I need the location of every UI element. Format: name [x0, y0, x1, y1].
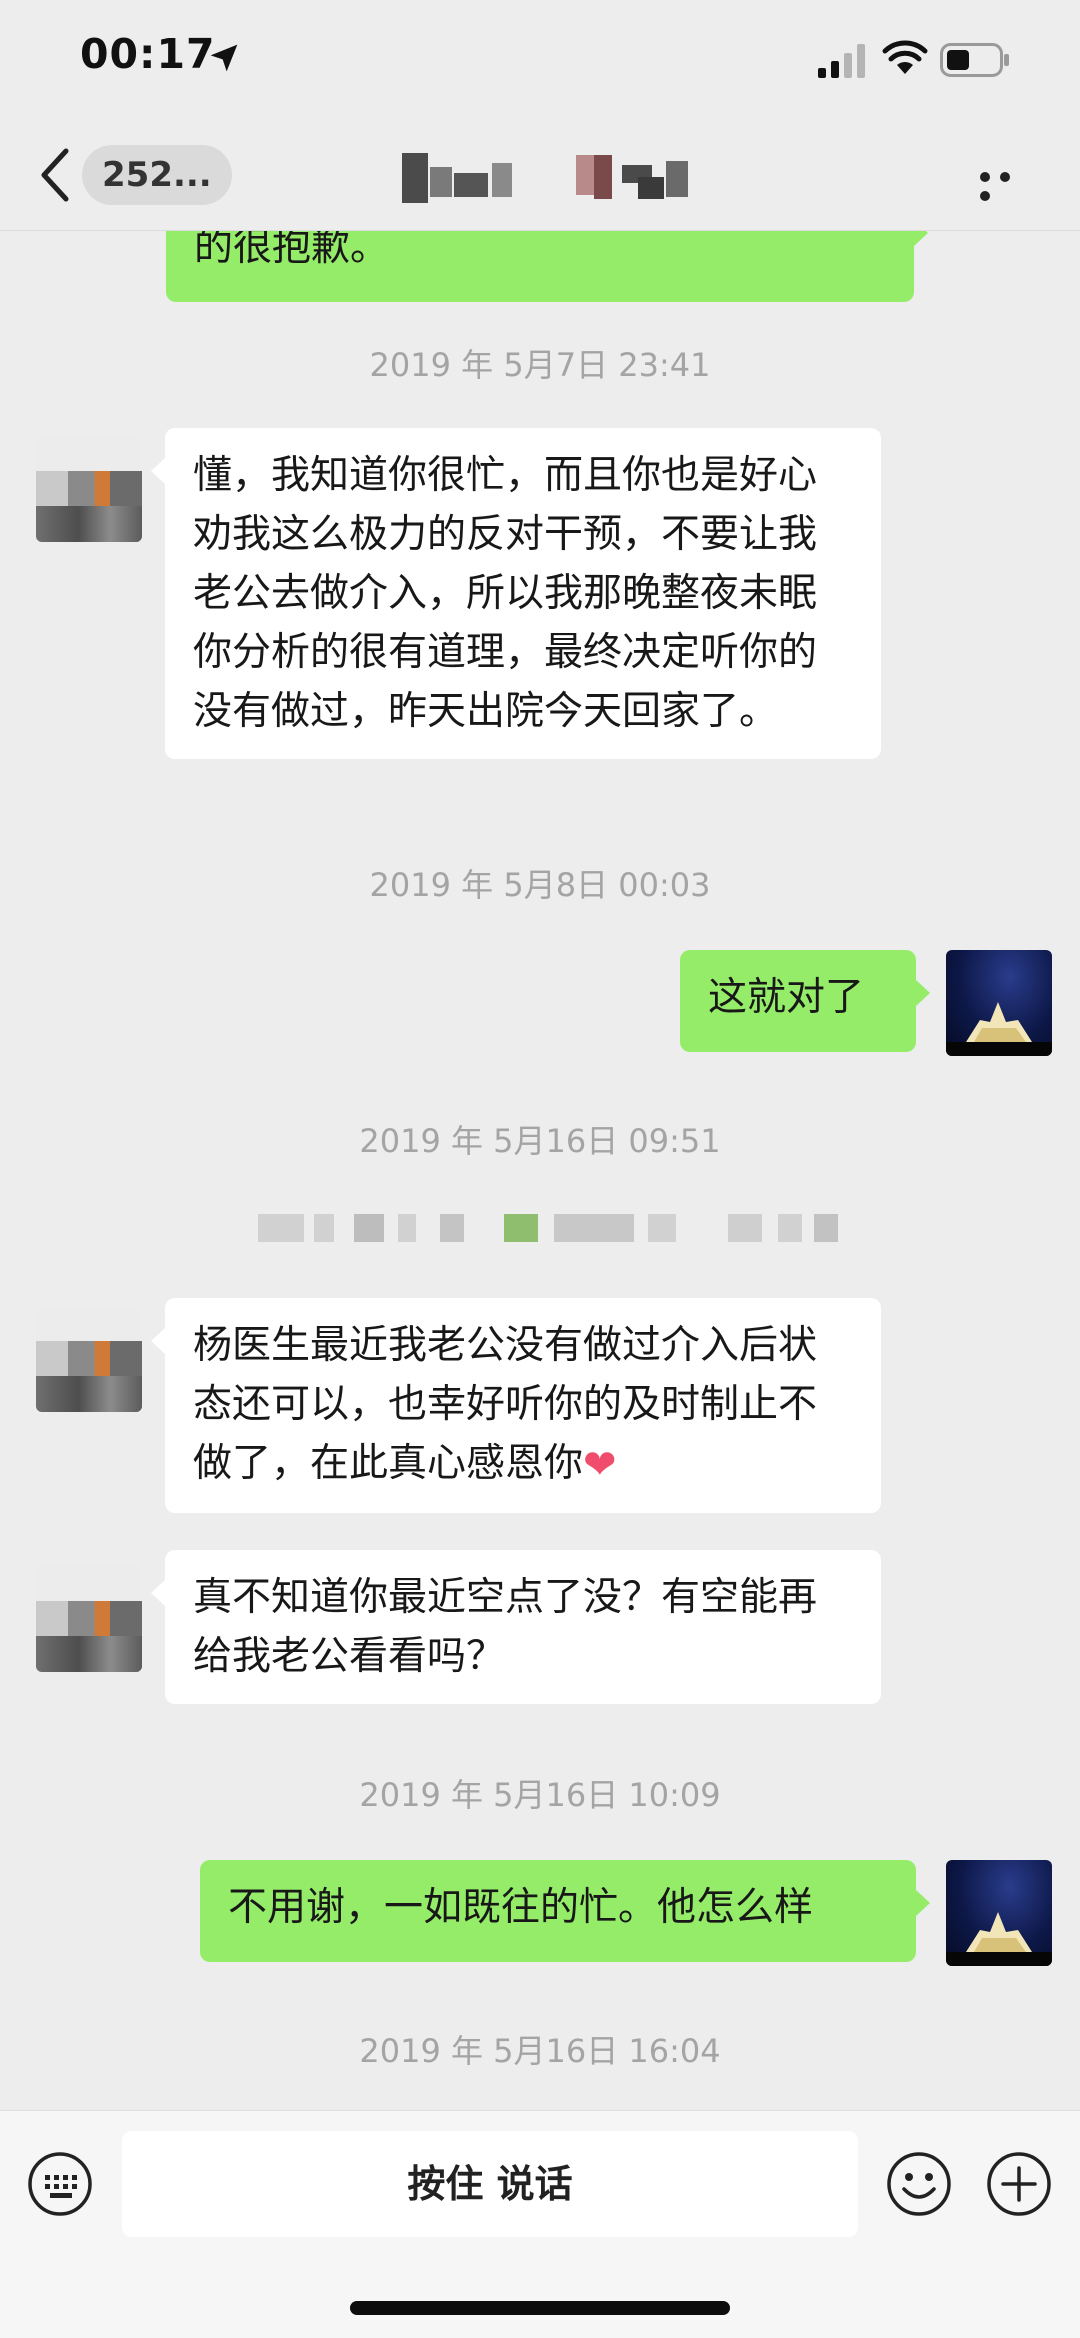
unread-count-badge[interactable]: 252... [82, 145, 232, 205]
night-building-image [946, 1002, 1052, 1056]
message-text: 杨医生最近我老公没有做过介入后状态还可以，也幸好听你的及时制止不做了，在此真心感… [193, 1323, 818, 1486]
message-bubble-incoming[interactable]: 杨医生最近我老公没有做过介入后状态还可以，也幸好听你的及时制止不做了，在此真心感… [151, 1298, 881, 1513]
timestamp: 2019 年 5月16日 09:51 [359, 1122, 721, 1160]
message-text: 懂，我知道你很忙，而且你也是好心劝我这么极力的反对干预，不要让我老公去做介入，所… [193, 453, 818, 734]
hold-to-talk-button[interactable]: 按住 说话 [122, 2131, 858, 2237]
message-bubble-outgoing[interactable]: 这就对了 [680, 950, 930, 1052]
chat-header: 252... [0, 125, 1080, 231]
message-bubble-incoming[interactable]: 真不知道你最近空点了没？有空能再给我老公看看吗？ [151, 1550, 881, 1704]
message-text: 的很抱歉。 [194, 230, 390, 270]
more-icon[interactable] [980, 167, 1036, 201]
input-toolbar: 按住 说话 [0, 2110, 1080, 2338]
back-chevron-icon[interactable] [38, 147, 72, 203]
timestamp: 2019 年 5月16日 16:04 [359, 2032, 721, 2070]
self-avatar[interactable] [946, 1860, 1052, 1966]
message-text: 不用谢，一如既往的忙。他怎么样 [228, 1885, 814, 1930]
status-time: 00:17 [80, 30, 216, 78]
system-notice-pixelated [258, 1210, 838, 1246]
contact-avatar[interactable] [36, 1306, 142, 1412]
night-building-image [946, 1912, 1052, 1966]
message-bubble-incoming[interactable]: 懂，我知道你很忙，而且你也是好心劝我这么极力的反对干预，不要让我老公去做介入，所… [151, 428, 881, 759]
contact-name-pixelated [396, 147, 716, 205]
home-indicator[interactable] [350, 2301, 730, 2315]
message-text: 真不知道你最近空点了没？有空能再给我老公看看吗？ [193, 1575, 818, 1679]
status-bar: 00:17 [0, 0, 1080, 125]
message-list[interactable]: 的很抱歉。 2019 年 5月7日 23:41 懂，我知道你很忙，而且你也是好心… [0, 230, 1080, 2110]
plus-icon[interactable] [986, 2151, 1052, 2217]
message-bubble-outgoing[interactable]: 的很抱歉。 [166, 230, 928, 302]
battery-icon [940, 43, 1009, 77]
contact-avatar[interactable] [36, 1566, 142, 1672]
self-avatar[interactable] [946, 950, 1052, 1056]
signal-icon [818, 44, 865, 78]
location-arrow-icon [210, 44, 238, 72]
heart-icon: ❤ [583, 1442, 617, 1488]
message-bubble-outgoing[interactable]: 不用谢，一如既往的忙。他怎么样 [200, 1860, 930, 1962]
timestamp: 2019 年 5月7日 23:41 [369, 346, 711, 384]
emoji-icon[interactable] [886, 2151, 952, 2217]
message-text: 这就对了 [708, 975, 865, 1020]
keyboard-icon[interactable] [27, 2151, 93, 2217]
wifi-icon [882, 40, 928, 74]
timestamp: 2019 年 5月16日 10:09 [359, 1776, 721, 1814]
timestamp: 2019 年 5月8日 00:03 [369, 866, 711, 904]
contact-avatar[interactable] [36, 436, 142, 542]
